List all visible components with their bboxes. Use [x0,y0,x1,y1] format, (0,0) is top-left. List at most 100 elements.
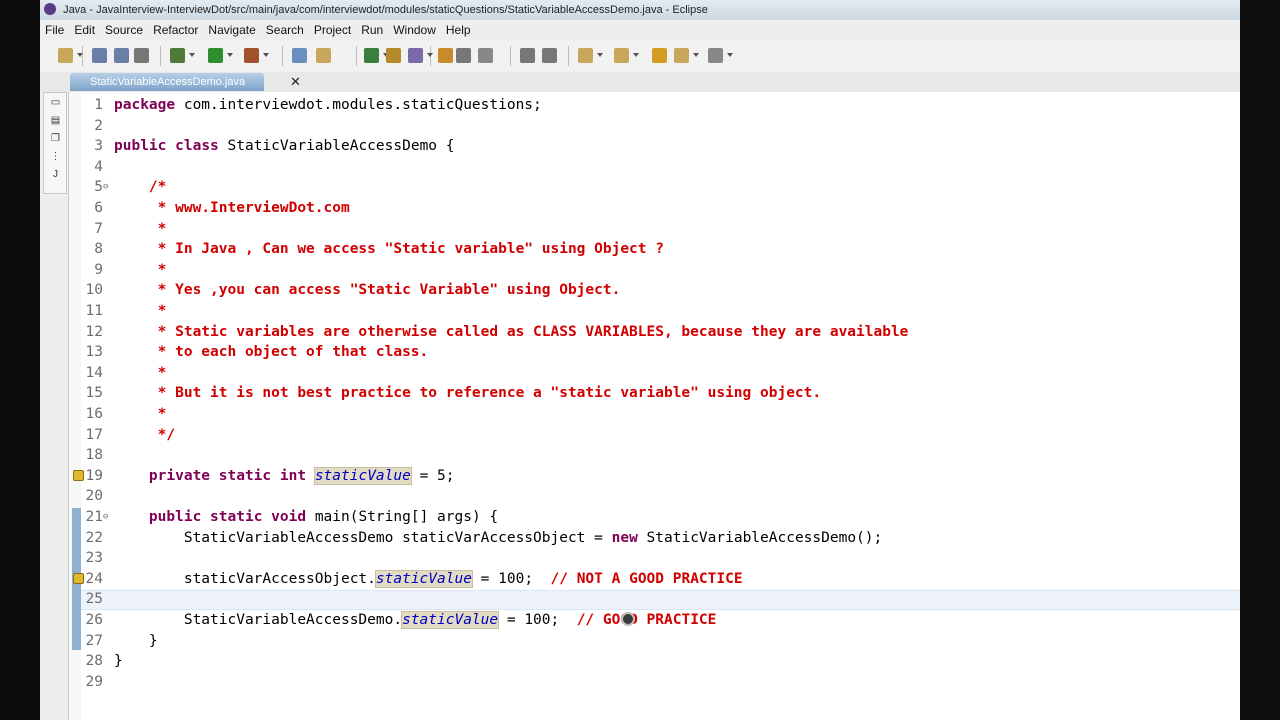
code-text[interactable]: staticVarAccessObject.staticValue = 100;… [114,569,743,589]
code-text[interactable]: * [114,219,167,239]
navigator-icon[interactable]: ❐ [50,133,61,144]
code-line: 11 * [81,301,1240,321]
tab-label: StaticVariableAccessDemo.java [90,76,246,88]
toggle-breadcrumb-icon[interactable] [478,48,493,63]
chevron-down-icon[interactable] [597,53,603,57]
code-text[interactable]: * In Java , Can we access "Static variab… [114,239,664,259]
code-line: 25 [81,589,1240,609]
chevron-down-icon[interactable] [77,53,83,57]
menu-run[interactable]: Run [356,20,388,40]
chevron-down-icon[interactable] [693,53,699,57]
code-text[interactable]: * www.InterviewDot.com [114,198,350,218]
menu-search[interactable]: Search [261,20,309,40]
menu-source[interactable]: Source [100,20,148,40]
line-number: 19 [85,467,103,484]
line-number: 27 [85,632,103,649]
code-text[interactable]: private static int staticValue = 5; [114,466,455,486]
back-icon[interactable] [674,48,689,63]
close-icon[interactable]: ✕ [290,74,301,90]
new-package-icon[interactable] [316,48,331,63]
forward-icon[interactable] [708,48,723,63]
open-type-icon[interactable] [386,48,401,63]
chevron-down-icon[interactable] [189,53,195,57]
code-text[interactable]: * Static variables are otherwise called … [114,322,909,342]
code-text[interactable]: * to each object of that class. [114,342,429,362]
junit-icon[interactable]: J [50,169,61,180]
chevron-down-icon[interactable] [633,53,639,57]
warning-icon[interactable] [73,572,84,584]
line-number: 6 [94,200,103,216]
last-edit-icon[interactable] [652,48,667,63]
menu-edit[interactable]: Edit [69,20,100,40]
external-tools-icon[interactable] [244,48,259,63]
line-number: 1 [94,97,103,113]
code-line: 8 * In Java , Can we access "Static vari… [81,239,1240,259]
menu-project[interactable]: Project [309,20,356,40]
save-icon[interactable] [92,48,107,63]
code-line: 24 staticVarAccessObject.staticValue = 1… [73,569,1240,589]
new-icon[interactable] [58,48,73,63]
fold-toggle-icon[interactable]: ⊖ [103,177,113,197]
code-text[interactable]: StaticVariableAccessDemo staticVarAccess… [114,528,882,548]
code-line: 4 [81,157,1240,177]
line-number: 12 [85,323,103,340]
menu-window[interactable]: Window [388,20,441,40]
menu-refactor[interactable]: Refactor [148,20,203,40]
code-text[interactable]: * [114,260,167,280]
code-text[interactable]: package com.interviewdot.modules.staticQ… [114,95,542,115]
next-annotation-icon[interactable] [578,48,593,63]
code-text[interactable]: * [114,404,167,424]
code-text[interactable]: public class StaticVariableAccessDemo { [114,136,454,156]
previous-annotation-icon[interactable] [614,48,629,63]
chevron-down-icon[interactable] [727,53,733,57]
save-all-icon[interactable] [114,48,129,63]
chevron-down-icon[interactable] [427,53,433,57]
package-explorer-icon[interactable]: ▤ [50,115,61,126]
show-whitespace-icon[interactable] [520,48,535,63]
code-line: 28} [81,651,1240,671]
hierarchy-icon[interactable]: ⋮ [50,151,61,162]
code-text[interactable]: } [114,651,123,671]
menu-help[interactable]: Help [441,20,476,40]
code-line: 15 * But it is not best practice to refe… [81,383,1240,403]
code-line: 29 [81,672,1240,692]
code-text[interactable]: */ [114,425,175,445]
warning-icon[interactable] [73,469,84,481]
debug-icon[interactable] [170,48,185,63]
code-line: 27 } [81,631,1240,651]
search-icon[interactable] [408,48,423,63]
line-number: 2 [94,117,103,134]
refactor-icon[interactable] [438,48,453,63]
toggle-mark-occurrences-icon[interactable] [456,48,471,63]
code-editor[interactable]: 1 package com.interviewdot.modules.static… [73,92,1240,720]
run-icon[interactable] [208,48,223,63]
code-line: 20 [81,486,1240,506]
menu-file[interactable]: File [40,20,69,40]
code-line: 19 private static int staticValue = 5; [73,466,1240,486]
chevron-down-icon[interactable] [263,53,269,57]
chevron-down-icon[interactable] [227,53,233,57]
code-text[interactable]: * [114,363,167,383]
code-text[interactable]: public static void main(String[] args) { [114,507,498,527]
restore-icon[interactable]: ▭ [50,97,61,108]
code-line: 16 * [81,404,1240,424]
menu-navigate[interactable]: Navigate [203,20,260,40]
fold-toggle-icon[interactable]: ⊖ [103,507,113,527]
block-selection-icon[interactable] [542,48,557,63]
code-line: 14 * [81,363,1240,383]
code-text[interactable]: * [114,301,167,321]
code-text[interactable]: } [114,631,158,651]
code-line: 17 */ [81,425,1240,445]
line-number: 5 [94,179,103,196]
editor-tab-row: StaticVariableAccessDemo.java ✕ [40,72,1240,93]
code-text[interactable]: * Yes ,you can access "Static Variable" … [114,280,621,300]
code-text[interactable]: * But it is not best practice to referen… [114,383,821,403]
print-icon[interactable] [134,48,149,63]
new-class-icon[interactable] [364,48,379,63]
line-number: 7 [94,220,103,237]
code-text[interactable]: /* [114,177,166,197]
tab-staticvariableaccessdemo[interactable]: StaticVariableAccessDemo.java [70,73,264,91]
line-number: 15 [85,385,103,402]
new-java-project-icon[interactable] [292,48,307,63]
line-number: 18 [85,447,103,464]
